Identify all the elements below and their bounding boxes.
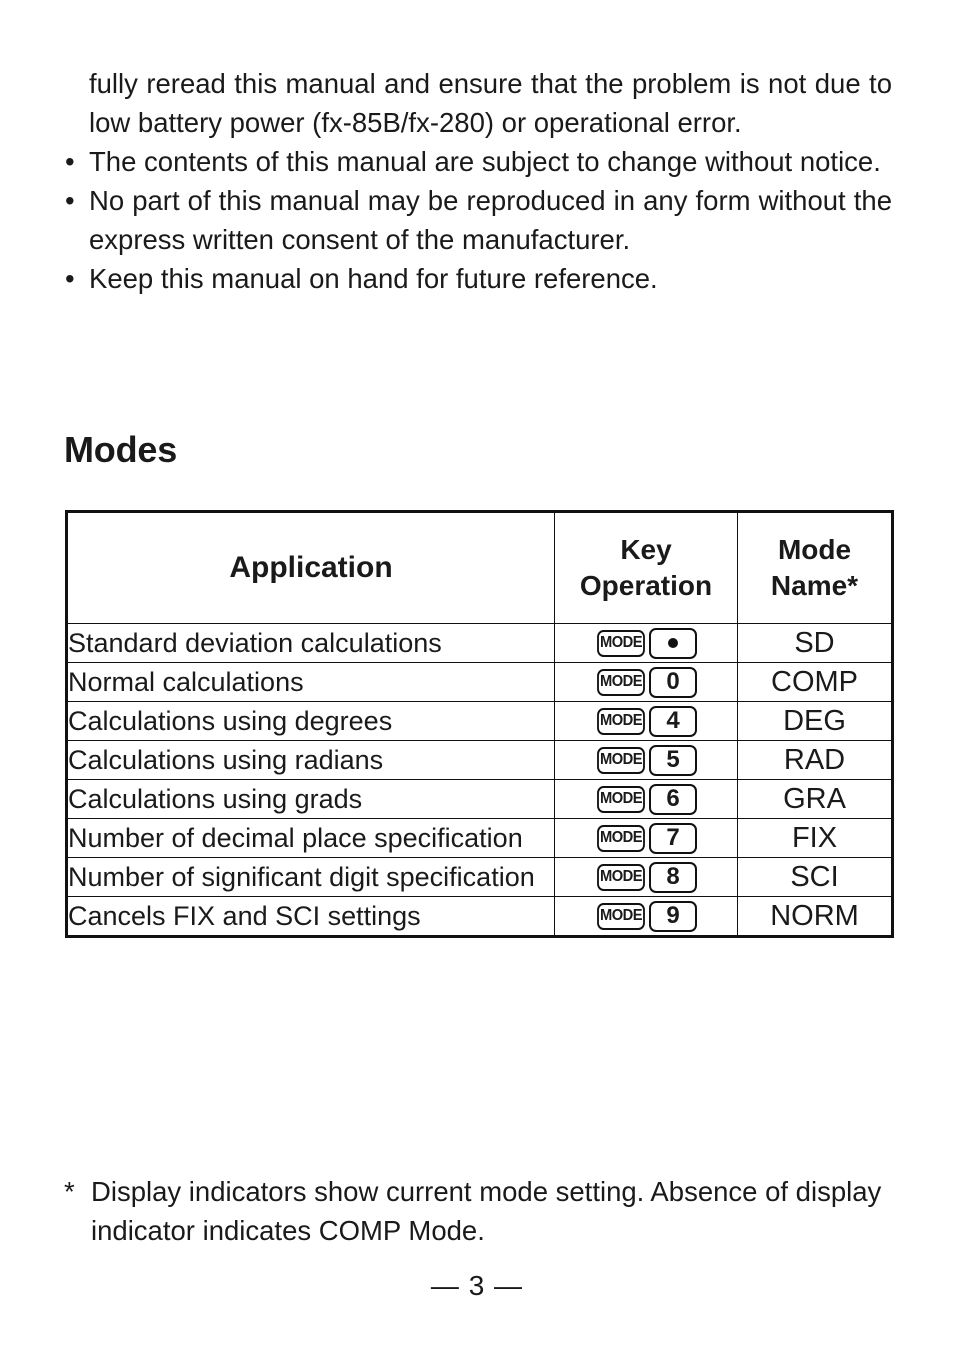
number-key-icon[interactable]: 7 xyxy=(649,822,697,854)
cell-key-operation: MODE 0 xyxy=(554,662,738,702)
cell-key-operation: MODE 4 xyxy=(554,701,738,741)
cell-mode-name: SD xyxy=(737,623,893,663)
key-sequence: MODE 9 xyxy=(595,900,697,932)
page-number: — 3 — xyxy=(430,1270,524,1301)
table-row: Calculations using grads MODE 6 GRA xyxy=(66,779,893,819)
cell-mode-name: NORM xyxy=(737,896,893,937)
table-row: Cancels FIX and SCI settings MODE 9 NORM xyxy=(66,896,893,937)
cell-mode-name: RAD xyxy=(737,740,893,780)
intro-bullet-item: • The contents of this manual are subjec… xyxy=(65,142,892,181)
mode-key-icon[interactable]: MODE xyxy=(597,902,645,930)
mode-key-icon[interactable]: MODE xyxy=(597,629,645,657)
intro-paragraph-text: fully reread this manual and ensure that… xyxy=(89,68,892,138)
mode-key-icon[interactable]: MODE xyxy=(597,785,645,813)
cell-application: Cancels FIX and SCI settings xyxy=(66,896,555,937)
mode-key-icon[interactable]: MODE xyxy=(597,668,645,696)
cell-mode-name: COMP xyxy=(737,662,893,702)
cell-mode-name: SCI xyxy=(737,857,893,897)
modes-table-container: Application Key Operation Mode Name* Sta… xyxy=(65,510,894,938)
cell-key-operation: MODE 6 xyxy=(554,779,738,819)
cell-key-operation: MODE xyxy=(554,623,738,663)
cell-mode-name: FIX xyxy=(737,818,893,858)
intro-bullet-text: No part of this manual may be reproduced… xyxy=(89,185,892,255)
table-header-row: Application Key Operation Mode Name* xyxy=(66,511,893,624)
key-sequence: MODE 4 xyxy=(595,705,697,737)
bullet-icon: • xyxy=(65,146,75,177)
modes-table: Application Key Operation Mode Name* Sta… xyxy=(65,510,894,938)
column-header-key-operation-line2: Operation xyxy=(579,570,713,601)
dot-key-icon[interactable] xyxy=(649,627,697,659)
cell-key-operation: MODE 7 xyxy=(554,818,738,858)
cell-application: Calculations using degrees xyxy=(66,701,555,741)
dot-glyph-icon xyxy=(668,638,678,648)
cell-mode-name: DEG xyxy=(737,701,893,741)
bullet-icon: • xyxy=(65,263,75,294)
table-row: Standard deviation calculations MODE SD xyxy=(66,623,893,663)
table-row: Normal calculations MODE 0 COMP xyxy=(66,662,893,702)
table-row: Number of significant digit specificatio… xyxy=(66,857,893,897)
key-sequence: MODE xyxy=(595,627,697,659)
cell-application: Calculations using radians xyxy=(66,740,555,780)
cell-application: Calculations using grads xyxy=(66,779,555,819)
key-sequence: MODE 6 xyxy=(595,783,697,815)
footnote-marker: * xyxy=(64,1176,75,1207)
number-key-icon[interactable]: 6 xyxy=(649,783,697,815)
cell-key-operation: MODE 9 xyxy=(554,896,738,937)
table-footnote: * Display indicators show current mode s… xyxy=(64,1172,919,1250)
table-row: Calculations using radians MODE 5 RAD xyxy=(66,740,893,780)
mode-key-icon[interactable]: MODE xyxy=(597,746,645,774)
number-key-icon[interactable]: 0 xyxy=(649,666,697,698)
number-key-icon[interactable]: 5 xyxy=(649,744,697,776)
cell-mode-name: GRA xyxy=(737,779,893,819)
intro-bullet-text: The contents of this manual are subject … xyxy=(89,146,881,177)
table-body: Standard deviation calculations MODE SD … xyxy=(66,623,893,937)
key-sequence: MODE 0 xyxy=(595,666,697,698)
table-row: Number of decimal place specification MO… xyxy=(66,818,893,858)
key-sequence: MODE 8 xyxy=(595,861,697,893)
cell-application: Normal calculations xyxy=(66,662,555,702)
bullet-icon: • xyxy=(65,185,75,216)
cell-application: Standard deviation calculations xyxy=(66,623,555,663)
cell-key-operation: MODE 8 xyxy=(554,857,738,897)
intro-paragraph-continuation: fully reread this manual and ensure that… xyxy=(65,64,892,142)
column-header-mode-name-line2: Name* xyxy=(770,570,859,601)
column-header-mode-name: Mode Name* xyxy=(737,511,893,624)
page-title: Modes xyxy=(64,429,178,470)
mode-key-icon[interactable]: MODE xyxy=(597,707,645,735)
column-header-application: Application xyxy=(66,511,555,624)
column-header-key-operation-line1: Key xyxy=(620,534,672,565)
intro-bullet-item: • No part of this manual may be reproduc… xyxy=(65,181,892,259)
number-key-icon[interactable]: 8 xyxy=(649,861,697,893)
number-key-icon[interactable]: 4 xyxy=(649,705,697,737)
footnote-text: Display indicators show current mode set… xyxy=(91,1176,882,1246)
intro-notes: fully reread this manual and ensure that… xyxy=(65,64,892,298)
cell-application: Number of significant digit specificatio… xyxy=(66,857,555,897)
mode-key-icon[interactable]: MODE xyxy=(597,863,645,891)
intro-bullet-item: • Keep this manual on hand for future re… xyxy=(65,259,892,298)
key-sequence: MODE 5 xyxy=(595,744,697,776)
table-header: Application Key Operation Mode Name* xyxy=(66,511,893,624)
table-row: Calculations using degrees MODE 4 DEG xyxy=(66,701,893,741)
column-header-mode-name-line1: Mode xyxy=(777,534,852,565)
cell-application: Number of decimal place specification xyxy=(66,818,555,858)
key-sequence: MODE 7 xyxy=(595,822,697,854)
column-header-key-operation: Key Operation xyxy=(554,511,738,624)
intro-bullet-text: Keep this manual on hand for future refe… xyxy=(89,263,658,294)
cell-key-operation: MODE 5 xyxy=(554,740,738,780)
manual-page: fully reread this manual and ensure that… xyxy=(0,0,954,1356)
number-key-icon[interactable]: 9 xyxy=(649,900,697,932)
mode-key-icon[interactable]: MODE xyxy=(597,824,645,852)
